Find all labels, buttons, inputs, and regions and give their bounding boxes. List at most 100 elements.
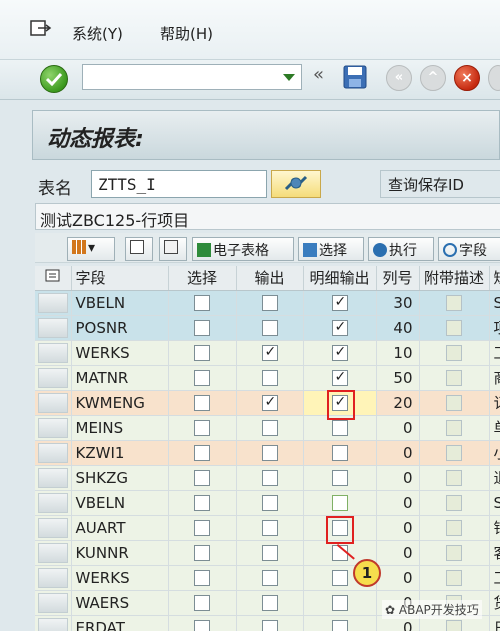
output-checkbox[interactable]: ✓	[261, 344, 278, 361]
output-checkbox[interactable]	[261, 545, 278, 561]
row-selector[interactable]	[35, 465, 72, 491]
select-all-button[interactable]	[125, 237, 153, 261]
column-number[interactable]: 10	[376, 340, 420, 366]
menu-help[interactable]: 帮助(H)	[160, 23, 213, 44]
with-description-checkbox[interactable]	[446, 395, 462, 411]
select-checkbox[interactable]	[194, 595, 210, 611]
detail-output-checkbox[interactable]	[331, 470, 348, 486]
with-description-checkbox[interactable]	[446, 345, 462, 361]
output-checkbox[interactable]	[261, 595, 278, 611]
column-number[interactable]: 0	[376, 415, 420, 441]
select-checkbox[interactable]	[194, 370, 210, 386]
detail-output-checkbox[interactable]	[331, 570, 348, 586]
table-row[interactable]: SHKZG 0 退	[35, 465, 500, 491]
table-row[interactable]: WERKS 0 工	[35, 565, 500, 591]
output-checkbox[interactable]	[261, 320, 278, 336]
row-selector[interactable]	[35, 415, 72, 441]
output-checkbox[interactable]	[261, 370, 278, 386]
output-checkbox[interactable]	[261, 620, 278, 631]
select-checkbox[interactable]	[194, 520, 210, 536]
table-row[interactable]: MATNR ✓ 50 商	[35, 365, 500, 391]
connect-button[interactable]	[271, 170, 321, 198]
cancel-icon[interactable]: ×	[454, 65, 480, 91]
detail-output-checkbox[interactable]	[331, 595, 348, 611]
select-checkbox[interactable]	[194, 570, 210, 586]
header-field[interactable]: 字段	[71, 266, 169, 291]
select-checkbox[interactable]	[194, 545, 210, 561]
fields-button[interactable]: 字段	[438, 237, 500, 261]
menu-icon[interactable]	[30, 20, 52, 38]
output-checkbox[interactable]	[261, 520, 278, 536]
column-number[interactable]: 40	[376, 315, 420, 341]
row-selector[interactable]	[35, 515, 72, 541]
select-checkbox[interactable]	[194, 295, 210, 311]
header-column-number[interactable]: 列号	[376, 266, 420, 291]
output-checkbox[interactable]	[261, 570, 278, 586]
row-selector[interactable]	[35, 365, 72, 391]
select-checkbox[interactable]	[194, 495, 210, 511]
select-checkbox[interactable]	[194, 620, 210, 631]
header-detail-output[interactable]: 明细输出	[303, 266, 377, 291]
output-checkbox[interactable]	[261, 495, 278, 511]
table-name-input[interactable]: ZTTS_I	[91, 170, 267, 198]
select-checkbox[interactable]	[194, 320, 210, 336]
output-checkbox[interactable]	[261, 470, 278, 486]
header-with-description[interactable]: 附带描述	[419, 266, 490, 291]
table-row[interactable]: POSNR ✓ 40 项	[35, 315, 500, 341]
detail-output-checkbox[interactable]	[331, 620, 348, 631]
command-field[interactable]	[82, 64, 302, 90]
table-row[interactable]: VBELN ✓ 30 SI	[35, 290, 500, 316]
select-checkbox[interactable]	[194, 445, 210, 461]
double-chevron-left-icon[interactable]: «	[313, 64, 324, 85]
layout-button[interactable]: ▾	[67, 237, 115, 261]
output-checkbox[interactable]	[261, 445, 278, 461]
column-number[interactable]: 0	[376, 515, 420, 541]
row-selector[interactable]	[35, 290, 72, 316]
header-short-text[interactable]: 短	[489, 266, 500, 291]
header-select[interactable]: 选择	[168, 266, 237, 291]
exit-icon[interactable]: ^	[420, 65, 446, 91]
row-selector[interactable]	[35, 490, 72, 516]
column-number[interactable]: 0	[376, 465, 420, 491]
column-number[interactable]: 0	[376, 440, 420, 466]
table-row[interactable]: KUNNR 0 客	[35, 540, 500, 566]
detail-output-checkbox[interactable]	[331, 495, 348, 511]
detail-output-checkbox[interactable]: ✓	[331, 369, 348, 386]
output-checkbox[interactable]	[261, 295, 278, 311]
table-row[interactable]: KWMENG✓✓20订	[35, 390, 500, 416]
detail-output-checkbox[interactable]: ✓	[331, 319, 348, 336]
with-description-checkbox[interactable]	[446, 495, 462, 511]
with-description-checkbox[interactable]	[446, 545, 462, 561]
with-description-checkbox[interactable]	[446, 370, 462, 386]
with-description-checkbox[interactable]	[446, 470, 462, 486]
table-row[interactable]: WERKS ✓ ✓ 10 工	[35, 340, 500, 366]
row-selector[interactable]	[35, 565, 72, 591]
select-checkbox[interactable]	[194, 395, 210, 411]
check-icon[interactable]	[40, 65, 68, 93]
detail-output-checkbox[interactable]	[331, 445, 348, 461]
column-number[interactable]: 0	[376, 490, 420, 516]
column-number[interactable]: 20	[376, 390, 420, 416]
save-icon[interactable]	[343, 64, 367, 90]
select-checkbox[interactable]	[194, 345, 210, 361]
row-selector[interactable]	[35, 340, 72, 366]
column-number[interactable]: 0	[376, 540, 420, 566]
table-row[interactable]: MEINS 0 单	[35, 415, 500, 441]
detail-output-checkbox[interactable]	[331, 420, 348, 436]
row-selector[interactable]	[35, 590, 72, 616]
with-description-checkbox[interactable]	[446, 295, 462, 311]
output-checkbox[interactable]: ✓	[261, 394, 278, 411]
select-button[interactable]: 选择	[298, 237, 364, 261]
with-description-checkbox[interactable]	[446, 570, 462, 586]
column-number[interactable]: 50	[376, 365, 420, 391]
row-selector[interactable]	[35, 315, 72, 341]
with-description-checkbox[interactable]	[446, 445, 462, 461]
row-selector[interactable]	[35, 540, 72, 566]
with-description-checkbox[interactable]	[446, 620, 462, 631]
menu-system[interactable]: 系统(Y)	[72, 23, 123, 44]
table-row[interactable]: VBELN 0 SI	[35, 490, 500, 516]
execute-button[interactable]: 执行	[368, 237, 434, 261]
spreadsheet-button[interactable]: 电子表格	[192, 237, 294, 261]
table-row[interactable]: KZWI1 0 小	[35, 440, 500, 466]
chevron-down-icon[interactable]	[283, 74, 295, 81]
